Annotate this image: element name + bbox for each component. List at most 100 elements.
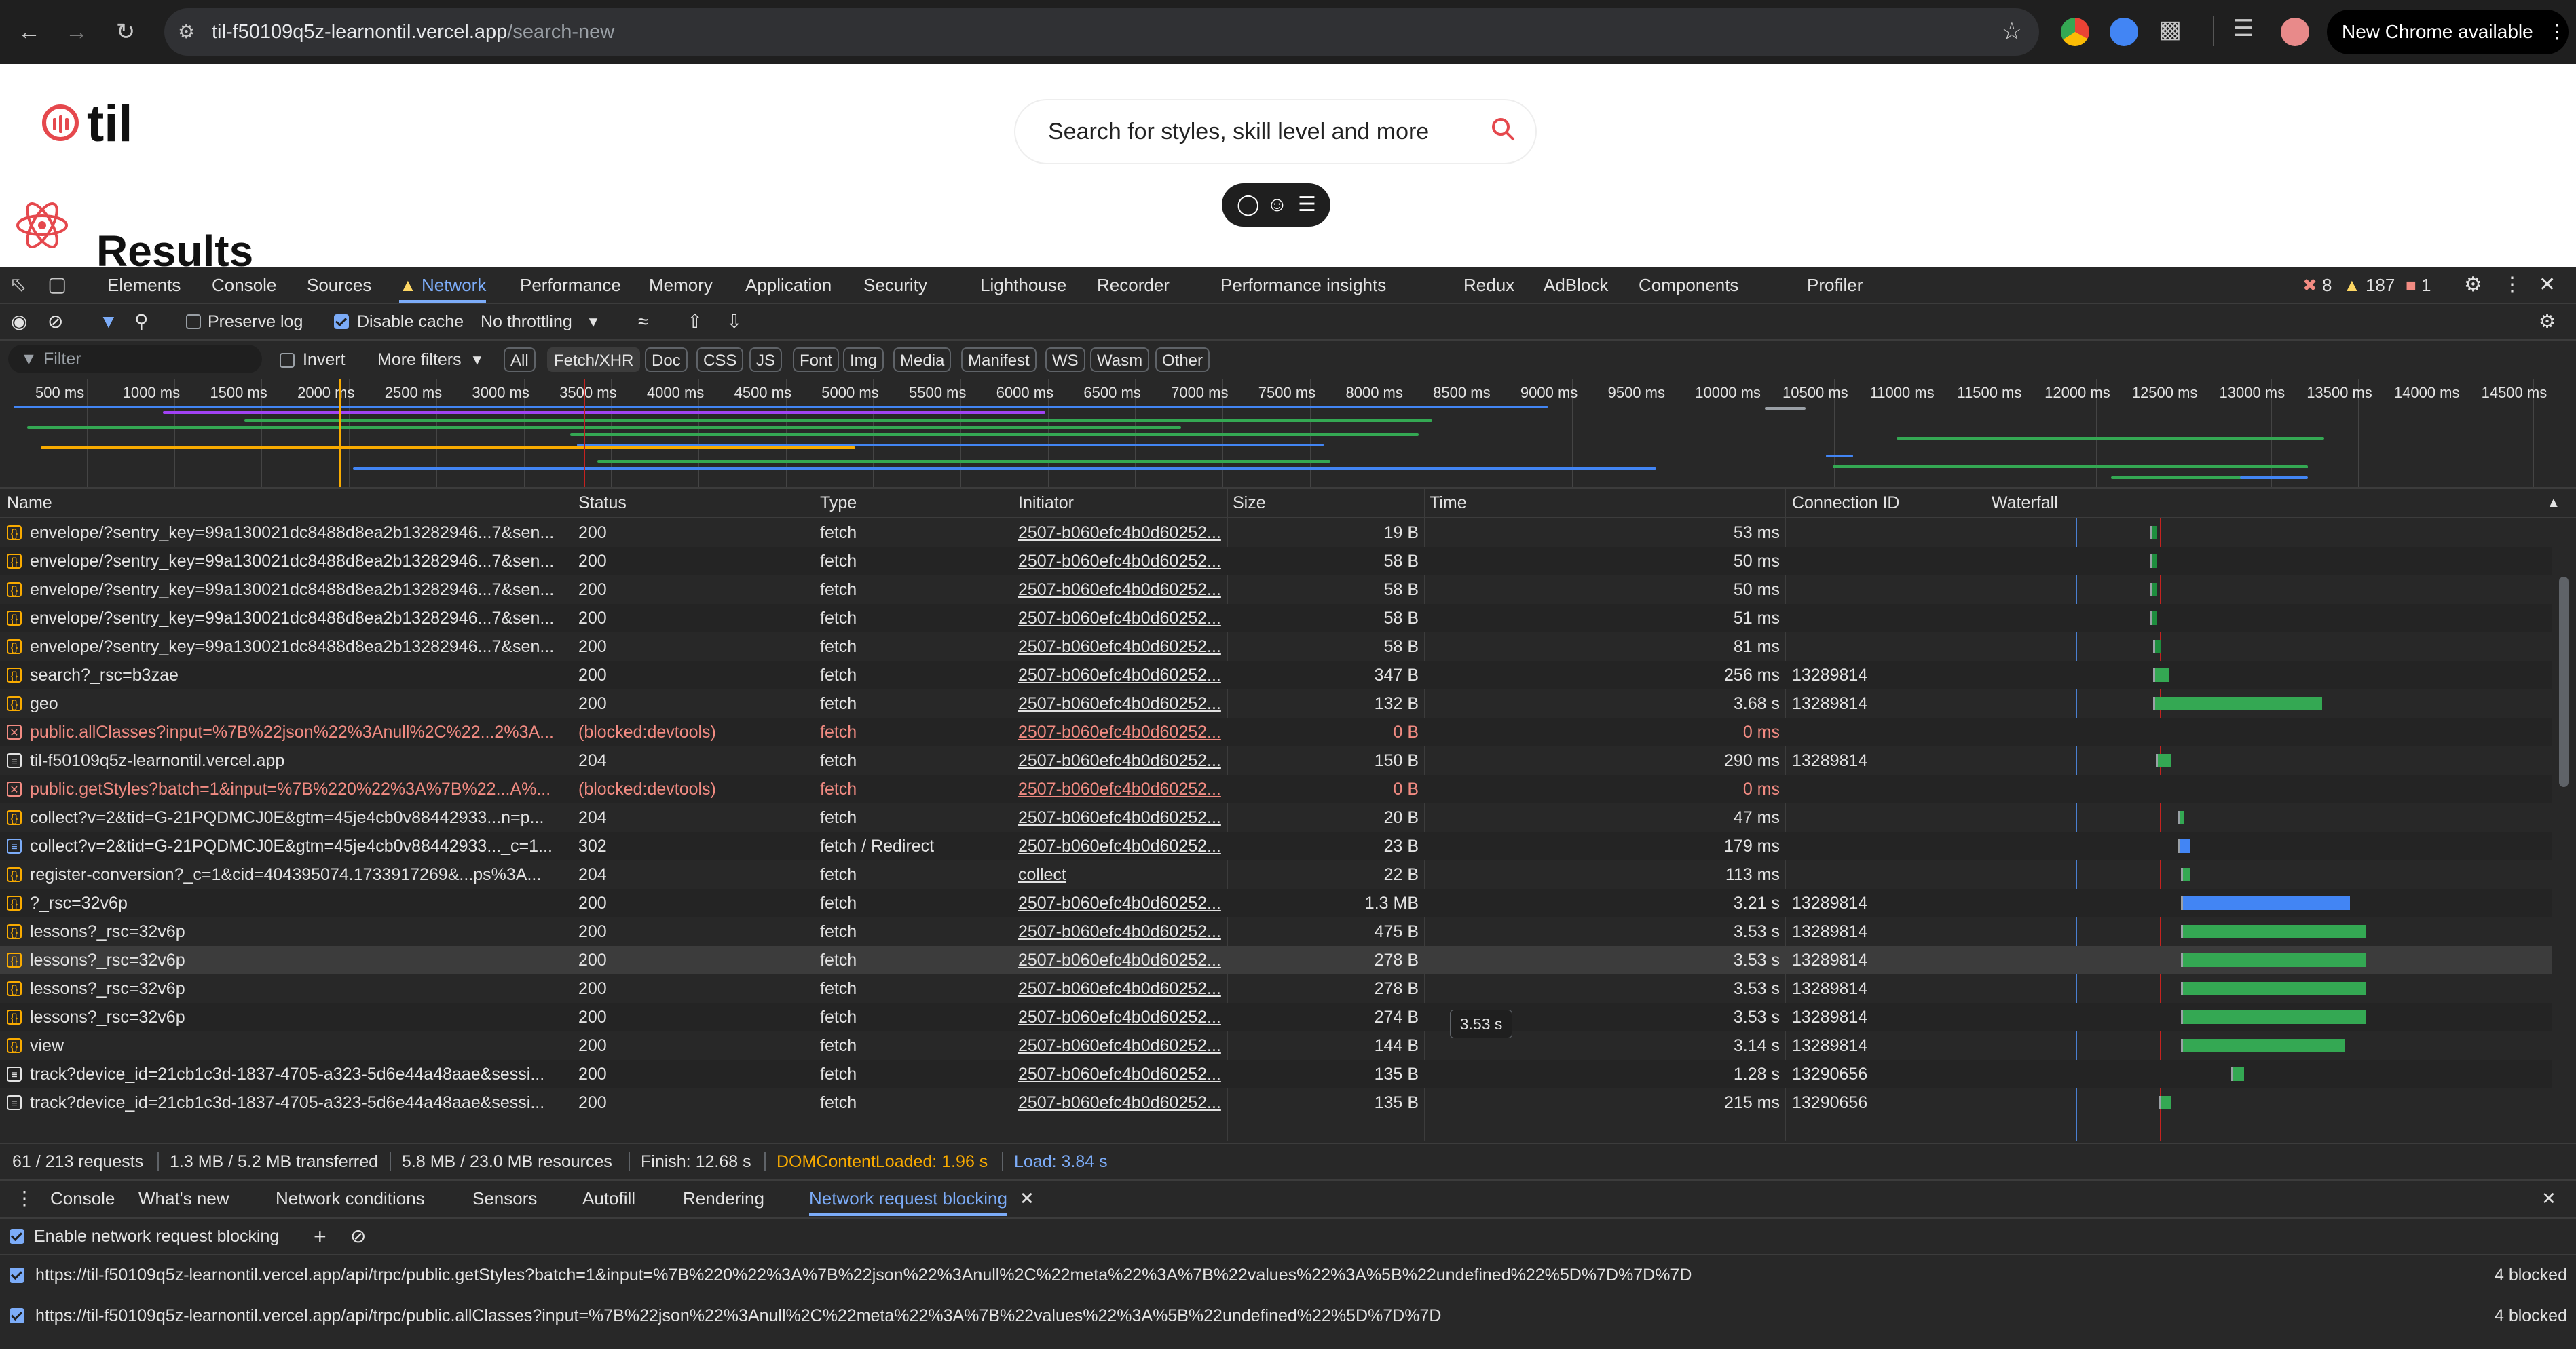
tab-sources[interactable]: Sources — [307, 267, 371, 303]
filter-chip-css[interactable]: CSS — [696, 347, 744, 372]
add-person-icon[interactable]: ☺ — [1267, 193, 1288, 217]
request-initiator[interactable]: 2507-b060efc4b0d60252... — [1018, 718, 1225, 746]
table-row[interactable]: {} envelope/?sentry_key=99a130021dc8488d8… — [0, 547, 2552, 575]
table-row[interactable]: {} envelope/?sentry_key=99a130021dc8488d8… — [0, 632, 2552, 661]
til-logo-icon[interactable] — [42, 104, 79, 141]
request-initiator[interactable]: 2507-b060efc4b0d60252... — [1018, 1088, 1225, 1117]
tab-security[interactable]: Security — [863, 267, 927, 303]
table-row[interactable]: ≡ track?device_id=21cb1c3d-1837-4705-a323… — [0, 1060, 2552, 1088]
column-connection-id[interactable]: Connection ID — [1792, 489, 1899, 517]
tab-network[interactable]: ▲ Network — [399, 267, 487, 303]
table-row[interactable]: ≡ til-f50109q5z-learnontil.vercel.app 204 f… — [0, 746, 2552, 775]
request-initiator[interactable]: collect — [1018, 860, 1225, 889]
filter-chip-wasm[interactable]: Wasm — [1090, 347, 1150, 372]
column-name[interactable]: Name — [7, 489, 52, 517]
table-row[interactable]: {} envelope/?sentry_key=99a130021dc8488d8… — [0, 518, 2552, 547]
filter-chip-manifest[interactable]: Manifest — [961, 347, 1037, 372]
table-row[interactable]: {} lessons?_rsc=32v6p 200 fetch 2507-b060efc… — [0, 946, 2552, 974]
add-pattern-icon[interactable]: + — [314, 1219, 326, 1254]
close-devtools-icon[interactable]: ✕ — [2539, 267, 2556, 303]
filter-chip-js[interactable]: JS — [749, 347, 783, 372]
request-initiator[interactable]: 2507-b060efc4b0d60252... — [1018, 803, 1225, 832]
table-row[interactable]: {} envelope/?sentry_key=99a130021dc8488d8… — [0, 604, 2552, 632]
extension-color-icon[interactable] — [2061, 18, 2089, 46]
bookmark-star-icon[interactable]: ☆ — [2001, 18, 2023, 45]
filter-chip-font[interactable]: Font — [793, 347, 840, 372]
import-har-icon[interactable]: ⇧ — [687, 304, 703, 339]
comment-icon[interactable]: ◯ — [1237, 193, 1260, 217]
filter-chip-fetchxhr[interactable]: Fetch/XHR — [547, 347, 641, 372]
column-status[interactable]: Status — [578, 489, 627, 517]
record-icon[interactable]: ◉ — [11, 304, 27, 339]
drawer-tab-network-conditions[interactable]: Network conditions — [276, 1181, 425, 1216]
filter-chip-all[interactable]: All — [504, 347, 536, 372]
filter-chip-other[interactable]: Other — [1155, 347, 1210, 372]
request-initiator[interactable]: 2507-b060efc4b0d60252... — [1018, 547, 1225, 575]
tab-application[interactable]: Application — [745, 267, 832, 303]
table-row[interactable]: ≡ track?device_id=21cb1c3d-1837-4705-a323… — [0, 1088, 2552, 1117]
tab-components[interactable]: Components — [1639, 267, 1738, 303]
forward-icon[interactable]: → — [60, 15, 94, 49]
tab-redux[interactable]: Redux — [1463, 267, 1514, 303]
request-initiator[interactable]: 2507-b060efc4b0d60252... — [1018, 661, 1225, 689]
drawer-tab-rendering[interactable]: Rendering — [683, 1181, 764, 1216]
pattern-enabled-checkbox[interactable] — [10, 1308, 24, 1323]
table-row[interactable]: {} view 200 fetch 2507-b060efc4b0d60252... 14… — [0, 1031, 2552, 1060]
drawer-menu-icon[interactable]: ⋮ — [15, 1181, 34, 1216]
column-type[interactable]: Type — [820, 489, 857, 517]
request-initiator[interactable]: 2507-b060efc4b0d60252... — [1018, 1003, 1225, 1031]
request-initiator[interactable]: 2507-b060efc4b0d60252... — [1018, 946, 1225, 974]
drawer-tab-network-request-blocking[interactable]: Network request blocking — [809, 1181, 1007, 1216]
filter-chip-media[interactable]: Media — [893, 347, 952, 372]
throttling-select[interactable]: No throttling ▾ — [481, 304, 597, 339]
tab-lighthouse[interactable]: Lighthouse — [980, 267, 1066, 303]
column-initiator[interactable]: Initiator — [1018, 489, 1074, 517]
request-initiator[interactable]: 2507-b060efc4b0d60252... — [1018, 575, 1225, 604]
blocked-pattern-row[interactable]: https://til-f50109q5z-learnontil.vercel.… — [0, 1255, 2576, 1295]
settings-gear-icon[interactable]: ⚙ — [2464, 267, 2482, 303]
request-initiator[interactable]: 2507-b060efc4b0d60252... — [1018, 746, 1225, 775]
react-devtools-icon[interactable] — [14, 197, 71, 254]
extension-blue-icon[interactable] — [2110, 18, 2138, 46]
table-row[interactable]: {} lessons?_rsc=32v6p 200 fetch 2507-b060efc… — [0, 974, 2552, 1003]
preserve-log-checkbox[interactable] — [186, 314, 201, 329]
tab-profiler[interactable]: Profiler — [1807, 267, 1863, 303]
table-row[interactable]: {} collect?v=2&tid=G-21PQDMCJ0E&gtm=45je4… — [0, 803, 2552, 832]
back-icon[interactable]: ← — [12, 15, 46, 49]
drawer-tab-what-s-new[interactable]: What's new — [138, 1181, 229, 1216]
close-drawer-tab-icon[interactable]: ✕ — [1020, 1181, 1034, 1216]
table-row[interactable]: ≡ collect?v=2&tid=G-21PQDMCJ0E&gtm=45je4c… — [0, 832, 2552, 860]
request-initiator[interactable]: 2507-b060efc4b0d60252... — [1018, 518, 1225, 547]
column-time[interactable]: Time — [1430, 489, 1467, 517]
request-initiator[interactable]: 2507-b060efc4b0d60252... — [1018, 775, 1225, 803]
enable-blocking-checkbox[interactable] — [10, 1229, 24, 1244]
disable-cache-checkbox[interactable] — [334, 314, 349, 329]
request-initiator[interactable]: 2507-b060efc4b0d60252... — [1018, 604, 1225, 632]
close-drawer-icon[interactable]: ✕ — [2541, 1181, 2556, 1216]
drawer-tab-sensors[interactable]: Sensors — [472, 1181, 537, 1216]
table-row[interactable]: {} lessons?_rsc=32v6p 200 fetch 2507-b060efc… — [0, 1003, 2552, 1031]
request-initiator[interactable]: 2507-b060efc4b0d60252... — [1018, 632, 1225, 661]
request-initiator[interactable]: 2507-b060efc4b0d60252... — [1018, 974, 1225, 1003]
table-row[interactable]: {} register-conversion?_c=1&cid=404395074… — [0, 860, 2552, 889]
menu-list-icon[interactable]: ☰ — [1298, 193, 1316, 217]
request-initiator[interactable]: 2507-b060efc4b0d60252... — [1018, 689, 1225, 718]
tab-recorder[interactable]: Recorder — [1097, 267, 1170, 303]
clear-icon[interactable]: ⊘ — [48, 304, 63, 339]
table-row[interactable]: {} geo 200 fetch 2507-b060efc4b0d60252... 132… — [0, 689, 2552, 718]
remove-all-patterns-icon[interactable]: ⊘ — [350, 1219, 366, 1254]
new-chrome-available-button[interactable]: New Chrome available ⋮ — [2327, 10, 2569, 54]
request-initiator[interactable]: 2507-b060efc4b0d60252... — [1018, 917, 1225, 946]
sort-up-icon[interactable]: ▲ — [2547, 489, 2560, 517]
site-search-box[interactable]: Search for styles, skill level and more — [1014, 99, 1537, 164]
filter-chip-doc[interactable]: Doc — [645, 347, 688, 372]
table-row[interactable]: ✕ public.getStyles?batch=1&input=%7B%220%… — [0, 775, 2552, 803]
tab-performance-insights[interactable]: Performance insights — [1220, 267, 1386, 303]
network-conditions-icon[interactable]: ≈ — [638, 304, 648, 339]
table-row[interactable]: {} lessons?_rsc=32v6p 200 fetch 2507-b060efc… — [0, 917, 2552, 946]
site-info-icon[interactable]: ⚙ — [178, 20, 201, 43]
blocked-pattern-row[interactable]: https://til-f50109q5z-learnontil.vercel.… — [0, 1296, 2576, 1335]
pattern-enabled-checkbox[interactable] — [10, 1268, 24, 1282]
devtools-menu-icon[interactable]: ⋮ — [2502, 267, 2522, 303]
filter-chip-img[interactable]: Img — [843, 347, 884, 372]
